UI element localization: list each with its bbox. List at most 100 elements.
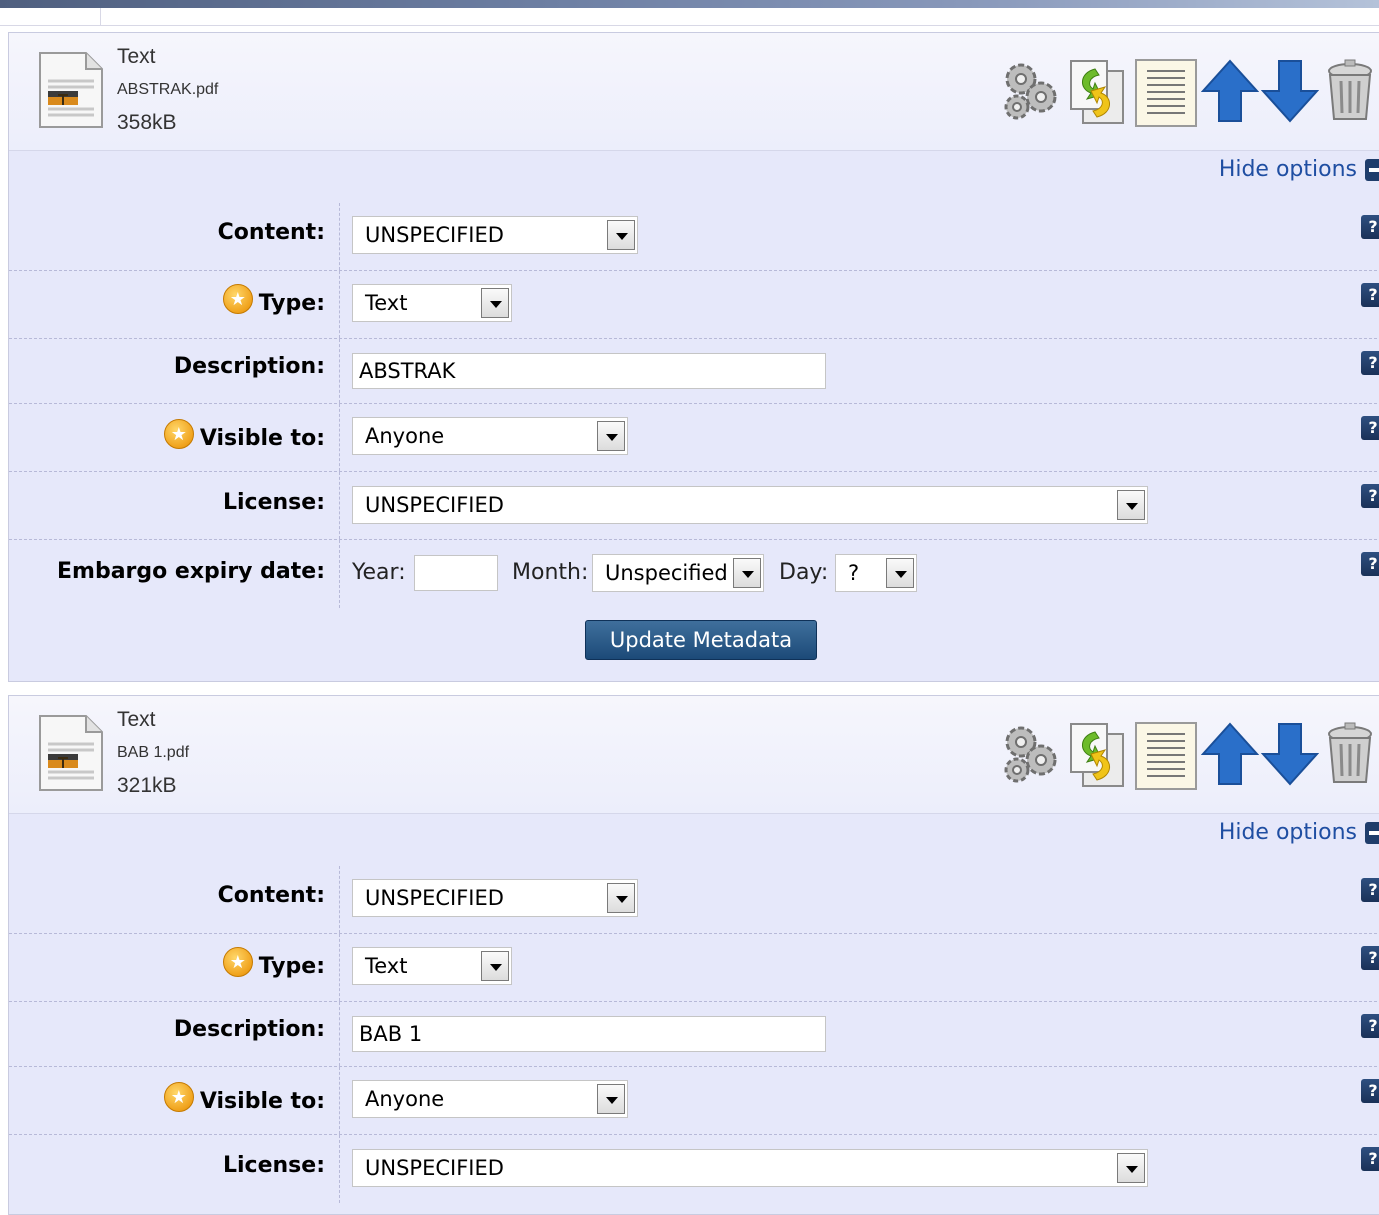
visible-select[interactable]: Anyone (352, 417, 628, 455)
help-question-icon[interactable]: ? (1361, 1014, 1379, 1038)
chevron-down-icon (607, 883, 635, 913)
chevron-down-icon (481, 951, 509, 981)
visible-select-value: Anyone (365, 424, 445, 448)
type-select-value: Text (365, 954, 408, 978)
file-size-label: 358kB (117, 111, 177, 134)
description-row: Description: ABSTRAK ? (9, 339, 1379, 404)
hide-options-link[interactable]: Hide options (1219, 157, 1379, 182)
file-type-label: Text (117, 45, 156, 68)
move-up-arrow-icon[interactable] (1201, 59, 1259, 123)
settings-gears-icon[interactable] (1001, 722, 1061, 786)
year-label: Year: (352, 560, 406, 585)
type-select[interactable]: Text (352, 947, 512, 985)
document-panel: Text BAB 1.pdf 321kB Hide options Conten… (8, 695, 1379, 1215)
document-header: Text ABSTRAK.pdf 358kB (9, 33, 1379, 151)
move-down-arrow-icon[interactable] (1261, 722, 1319, 786)
help-question-icon[interactable]: ? (1361, 351, 1379, 375)
required-star-icon: ★ (222, 284, 253, 314)
day-label: Day: (779, 560, 829, 585)
type-label: Type: (258, 290, 325, 316)
visible-label-wrap: ★ Visible to: (163, 1082, 325, 1116)
required-star-icon: ★ (222, 947, 253, 977)
description-row: Description: BAB 1 ? (9, 1002, 1379, 1067)
move-down-arrow-icon[interactable] (1261, 59, 1319, 123)
visible-label-wrap: ★ Visible to: (163, 419, 325, 453)
delete-trash-icon[interactable] (1325, 59, 1375, 123)
help-question-icon[interactable]: ? (1361, 484, 1379, 508)
chevron-down-icon (1117, 490, 1145, 520)
license-row: License: UNSPECIFIED ? (9, 472, 1379, 540)
preview-document-icon[interactable] (1135, 59, 1197, 127)
chevron-down-icon (886, 558, 914, 588)
description-input[interactable]: BAB 1 (352, 1016, 826, 1052)
pdf-document-icon[interactable] (38, 714, 104, 792)
type-label: Type: (258, 953, 325, 979)
required-star-icon: ★ (163, 419, 194, 449)
convert-document-icon[interactable] (1069, 722, 1125, 788)
chevron-down-icon (481, 288, 509, 318)
type-row: ★ Type: Text ? (9, 934, 1379, 1002)
embargo-row: Embargo expiry date: Year: Month: Unspec… (9, 540, 1379, 608)
type-row: ★ Type: Text ? (9, 271, 1379, 339)
top-banner (0, 0, 1379, 8)
type-label-wrap: ★ Type: (222, 947, 325, 981)
content-select[interactable]: UNSPECIFIED (352, 216, 638, 254)
collapse-minus-icon (1365, 158, 1379, 181)
chevron-down-icon (607, 220, 635, 250)
license-select-value: UNSPECIFIED (365, 1156, 504, 1180)
visible-label: Visible to: (199, 425, 325, 451)
description-label: Description: (173, 354, 325, 379)
license-label: License: (223, 490, 325, 515)
collapse-minus-icon (1365, 821, 1379, 844)
chevron-down-icon (597, 421, 625, 451)
file-name-label: ABSTRAK.pdf (117, 81, 219, 98)
file-name-label: BAB 1.pdf (117, 744, 190, 761)
visible-label: Visible to: (199, 1088, 325, 1114)
month-select-value: Unspecified (605, 561, 728, 585)
month-select[interactable]: Unspecified (592, 554, 764, 592)
preview-document-icon[interactable] (1135, 722, 1197, 790)
help-question-icon[interactable]: ? (1361, 1079, 1379, 1103)
top-divider (0, 8, 1379, 26)
content-select[interactable]: UNSPECIFIED (352, 879, 638, 917)
content-select-value: UNSPECIFIED (365, 223, 504, 247)
help-question-icon[interactable]: ? (1361, 552, 1379, 576)
description-input[interactable]: ABSTRAK (352, 353, 826, 389)
day-select[interactable]: ? (835, 554, 917, 592)
help-question-icon[interactable]: ? (1361, 1147, 1379, 1171)
month-label: Month: (512, 560, 589, 585)
type-select[interactable]: Text (352, 284, 512, 322)
help-question-icon[interactable]: ? (1361, 215, 1379, 239)
help-question-icon[interactable]: ? (1361, 946, 1379, 970)
license-select-value: UNSPECIFIED (365, 493, 504, 517)
chevron-down-icon (733, 558, 761, 588)
settings-gears-icon[interactable] (1001, 59, 1061, 123)
help-question-icon[interactable]: ? (1361, 416, 1379, 440)
year-input[interactable] (414, 555, 498, 591)
delete-trash-icon[interactable] (1325, 722, 1375, 786)
content-label: Content: (217, 883, 325, 908)
visible-row: ★ Visible to: Anyone ? (9, 404, 1379, 472)
move-up-arrow-icon[interactable] (1201, 722, 1259, 786)
description-label: Description: (173, 1017, 325, 1042)
visible-row: ★ Visible to: Anyone ? (9, 1067, 1379, 1135)
license-select[interactable]: UNSPECIFIED (352, 1149, 1148, 1187)
content-row: Content: UNSPECIFIED ? (9, 866, 1379, 934)
help-question-icon[interactable]: ? (1361, 283, 1379, 307)
update-metadata-button[interactable]: Update Metadata (585, 620, 817, 660)
chevron-down-icon (1117, 1153, 1145, 1183)
visible-select-value: Anyone (365, 1087, 445, 1111)
convert-document-icon[interactable] (1069, 59, 1125, 125)
hide-options-link[interactable]: Hide options (1219, 820, 1379, 845)
license-row: License: UNSPECIFIED ? (9, 1135, 1379, 1203)
document-panel: Text ABSTRAK.pdf 358kB Hide options Cont… (8, 32, 1379, 682)
content-row: Content: UNSPECIFIED ? (9, 203, 1379, 271)
help-question-icon[interactable]: ? (1361, 878, 1379, 902)
visible-select[interactable]: Anyone (352, 1080, 628, 1118)
file-type-label: Text (117, 708, 156, 731)
type-select-value: Text (365, 291, 408, 315)
license-select[interactable]: UNSPECIFIED (352, 486, 1148, 524)
hide-options-label: Hide options (1218, 820, 1357, 845)
required-star-icon: ★ (163, 1082, 194, 1112)
pdf-document-icon[interactable] (38, 51, 104, 129)
